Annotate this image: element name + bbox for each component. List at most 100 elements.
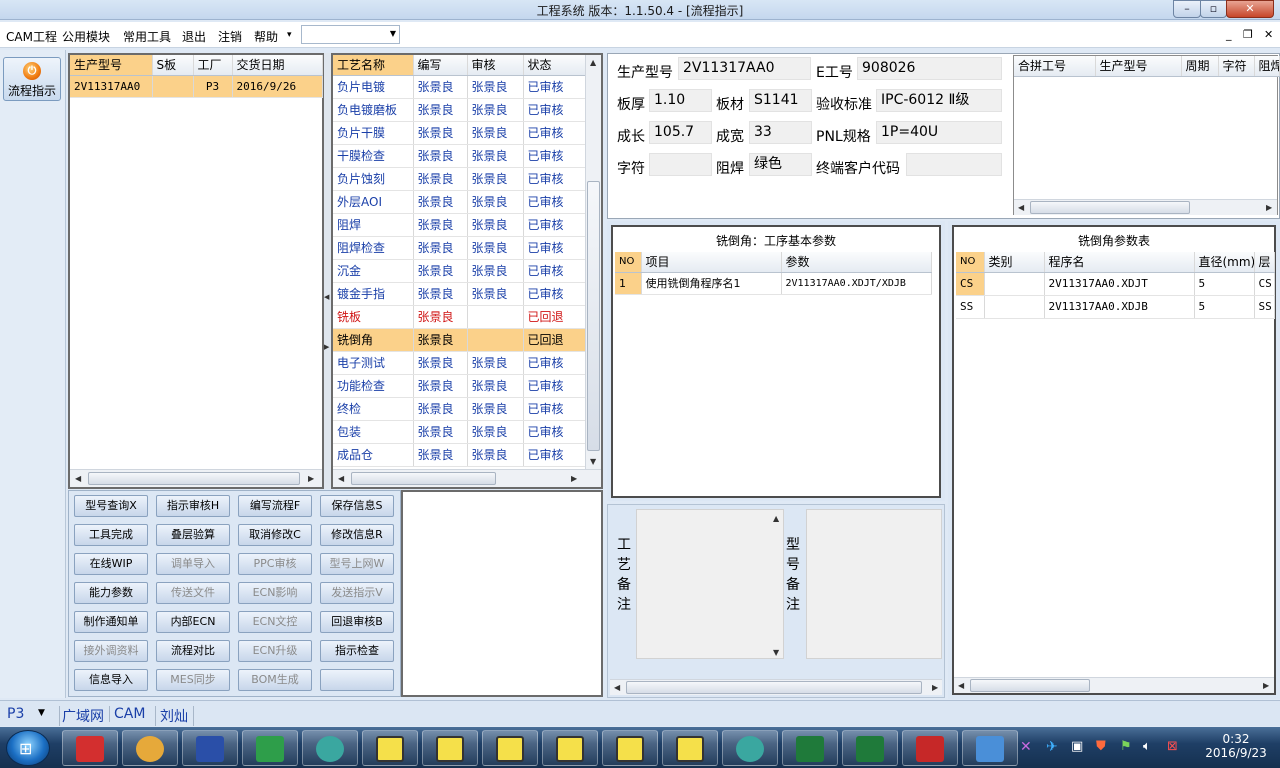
taskbar-app-16[interactable]	[962, 730, 1018, 766]
table-row[interactable]: 阻焊检查 张景良 张景良 已审核	[333, 236, 586, 260]
col-param[interactable]: 参数	[781, 252, 932, 273]
col-no[interactable]: NO	[956, 252, 985, 273]
tray-security-icon[interactable]: ⛊	[1096, 739, 1106, 754]
taskbar-app-2[interactable]	[122, 730, 178, 766]
action-button-4[interactable]: 保存信息S	[320, 495, 394, 517]
col-s-board[interactable]: S板	[152, 55, 194, 76]
scroll-left-icon[interactable]: ◀	[75, 474, 81, 483]
process-hscroll-thumb[interactable]	[351, 472, 496, 485]
table-row[interactable]: 铣倒角 张景良 已回退	[333, 328, 586, 352]
col-diameter[interactable]: 直径(mm)	[1194, 252, 1255, 273]
status-factory[interactable]: P3	[7, 706, 24, 722]
combine-hscroll-thumb[interactable]	[1030, 201, 1190, 214]
scroll-right-icon[interactable]: ▶	[571, 474, 577, 483]
process-vscroll-thumb[interactable]	[587, 181, 600, 451]
menu-common-tools[interactable]: 常用工具	[123, 28, 171, 45]
table-row[interactable]: 负片电镀 张景良 张景良 已审核	[333, 75, 586, 99]
model-notes-textarea[interactable]	[806, 509, 942, 659]
action-button-26[interactable]: MES同步	[156, 669, 230, 691]
splitter-right-icon[interactable]: ▶	[324, 343, 329, 351]
action-button-2[interactable]: 指示审核H	[156, 495, 230, 517]
col-delivery-date[interactable]: 交货日期	[232, 55, 323, 76]
param-table-hscroll[interactable]: ◀ ▶	[954, 677, 1274, 693]
action-button-27[interactable]: BOM生成	[238, 669, 312, 691]
action-button-24[interactable]: 指示检查	[320, 640, 394, 662]
tray-clock[interactable]: 0:32 2016/9/23	[1196, 730, 1276, 766]
action-button-10[interactable]: 调单导入	[156, 553, 230, 575]
table-row[interactable]: 阻焊 张景良 张景良 已审核	[333, 213, 586, 237]
table-row[interactable]: 功能检查 张景良 张景良 已审核	[333, 374, 586, 398]
maximize-button[interactable]: ▫	[1200, 0, 1227, 18]
action-button-28[interactable]	[320, 669, 394, 691]
scroll-right-icon[interactable]: ▶	[308, 474, 314, 483]
tray-x-icon[interactable]: ✕	[1020, 739, 1032, 755]
scroll-right-icon[interactable]: ▶	[932, 683, 938, 692]
notes-hscroll[interactable]: ◀ ▶	[610, 679, 942, 695]
taskbar-app-6[interactable]	[362, 730, 418, 766]
col-category[interactable]: 类别	[984, 252, 1045, 273]
action-button-21[interactable]: 接外调资料	[74, 640, 148, 662]
action-button-18[interactable]: 内部ECN	[156, 611, 230, 633]
scroll-down-icon[interactable]: ▼	[773, 648, 779, 657]
action-button-19[interactable]: ECN文控	[238, 611, 312, 633]
table-row[interactable]: 沉金 张景良 张景良 已审核	[333, 259, 586, 283]
field-pnl[interactable]: 1P=40U	[876, 121, 1002, 144]
col-writer[interactable]: 编写	[413, 55, 468, 76]
action-button-15[interactable]: ECN影响	[238, 582, 312, 604]
action-button-9[interactable]: 在线WIP	[74, 553, 148, 575]
taskbar-app-5[interactable]	[302, 730, 358, 766]
process-vscroll[interactable]: ▲ ▼	[585, 55, 601, 469]
field-material[interactable]: S1141	[749, 89, 812, 112]
close-button[interactable]: ✕	[1226, 0, 1274, 18]
action-button-14[interactable]: 传送文件	[156, 582, 230, 604]
col-item[interactable]: 项目	[641, 252, 782, 273]
menu-cam[interactable]: CAM工程	[6, 28, 57, 45]
col-status[interactable]: 状态	[523, 55, 586, 76]
field-model[interactable]: 2V11317AA0	[678, 57, 811, 80]
col-program-name[interactable]: 程序名	[1044, 252, 1195, 273]
action-button-5[interactable]: 工具完成	[74, 524, 148, 546]
field-standard[interactable]: IPC-6012 Ⅱ级	[876, 89, 1002, 112]
mdi-minimize-icon[interactable]: _	[1226, 28, 1232, 41]
orders-hscroll[interactable]: ◀ ▶	[70, 469, 322, 487]
field-thickness[interactable]: 1.10	[649, 89, 712, 112]
action-button-16[interactable]: 发送指示V	[320, 582, 394, 604]
col-layer[interactable]: 层	[1254, 252, 1275, 273]
taskbar-app-9[interactable]	[542, 730, 598, 766]
help-dropdown-icon[interactable]: ▾	[287, 30, 292, 40]
menu-combo[interactable]: ▼	[301, 25, 400, 44]
table-row[interactable]: 包装 张景良 张景良 已审核	[333, 420, 586, 444]
table-row[interactable]: 2V11317AA0 P3 2016/9/26	[70, 75, 323, 98]
action-button-22[interactable]: 流程对比	[156, 640, 230, 662]
col-cycle[interactable]: 周期	[1181, 56, 1219, 77]
table-row[interactable]: 铣板 张景良 已回退	[333, 305, 586, 329]
col-combine-model[interactable]: 生产型号	[1095, 56, 1182, 77]
notes-hscroll-thumb[interactable]	[626, 681, 922, 694]
param-table-hscroll-thumb[interactable]	[970, 679, 1090, 692]
scroll-right-icon[interactable]: ▶	[1266, 203, 1272, 212]
orders-hscroll-thumb[interactable]	[88, 472, 300, 485]
taskbar-app-10[interactable]	[602, 730, 658, 766]
field-char[interactable]	[649, 153, 712, 176]
menu-help[interactable]: 帮助	[254, 28, 278, 45]
col-combine-no[interactable]: 合拼工号	[1014, 56, 1096, 77]
table-row[interactable]: 镀金手指 张景良 张景良 已审核	[333, 282, 586, 306]
minimize-button[interactable]: –	[1173, 0, 1201, 18]
col-factory[interactable]: 工厂	[193, 55, 233, 76]
volume-icon[interactable]: 🔈︎	[1143, 739, 1151, 754]
col-mask[interactable]: 阻焊	[1254, 56, 1280, 77]
taskbar-app-1[interactable]	[62, 730, 118, 766]
taskbar-app-13[interactable]	[782, 730, 838, 766]
table-row[interactable]: SS 2V11317AA0.XDJB 5 SS	[956, 295, 1275, 319]
taskbar-app-14[interactable]	[842, 730, 898, 766]
field-width[interactable]: 33	[749, 121, 812, 144]
scroll-left-icon[interactable]: ◀	[1018, 203, 1024, 212]
tray-bird-icon[interactable]: ✈	[1046, 739, 1058, 755]
scroll-down-icon[interactable]: ▼	[590, 457, 596, 466]
taskbar-app-8[interactable]	[482, 730, 538, 766]
action-button-23[interactable]: ECN升级	[238, 640, 312, 662]
action-button-17[interactable]: 制作通知单	[74, 611, 148, 633]
taskbar-app-11[interactable]	[662, 730, 718, 766]
col-no[interactable]: NO	[615, 252, 642, 273]
splitter-left-icon[interactable]: ◀	[324, 293, 329, 301]
